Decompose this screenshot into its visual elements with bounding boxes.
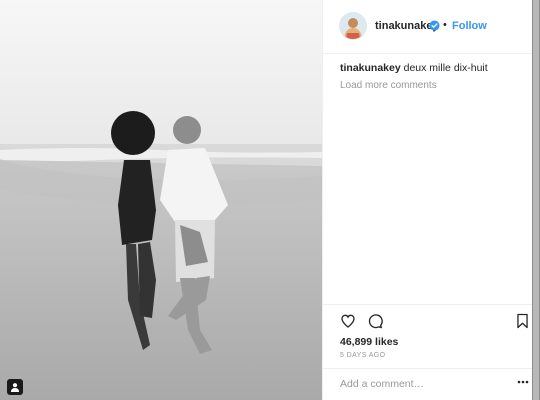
more-options-icon[interactable] <box>517 380 529 384</box>
comment-icon[interactable] <box>367 313 383 329</box>
scrollbar[interactable] <box>532 0 540 400</box>
avatar[interactable] <box>340 13 366 39</box>
scrollbar-thumb[interactable] <box>533 0 539 400</box>
header-separator: • <box>443 19 447 31</box>
bookmark-icon[interactable] <box>516 313 529 329</box>
beach-photo-image <box>0 0 322 400</box>
verified-badge-icon <box>429 20 440 31</box>
post-side-panel: tinakunakey • Follow tinakunakey deux mi… <box>322 0 533 400</box>
post-photo[interactable] <box>0 0 322 400</box>
user-tag-icon[interactable] <box>7 379 23 395</box>
divider <box>323 304 533 305</box>
caption-text: deux mille dix-huit <box>403 62 488 74</box>
post-timestamp: 5 DAYS AGO <box>340 352 386 359</box>
caption-username[interactable]: tinakunakey <box>340 62 401 74</box>
follow-button[interactable]: Follow <box>452 20 487 32</box>
heart-icon[interactable] <box>340 313 356 329</box>
likes-count[interactable]: 46,899 likes <box>340 336 398 348</box>
post-header: tinakunakey • Follow <box>323 0 533 54</box>
load-more-comments-link[interactable]: Load more comments <box>340 80 437 91</box>
divider <box>323 368 533 369</box>
post-caption: tinakunakey deux mille dix-huit <box>340 62 488 74</box>
add-comment-input[interactable]: Add a comment… <box>340 378 424 390</box>
